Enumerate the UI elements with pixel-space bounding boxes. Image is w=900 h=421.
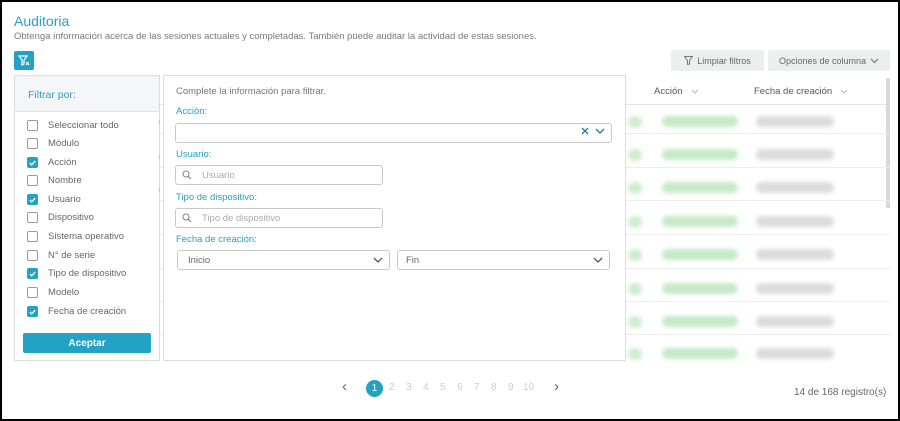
filter-option-accion[interactable]: Acción [27, 157, 77, 168]
fecha-inicio-select[interactable]: Inicio [177, 250, 390, 270]
filter-by-title: Filtrar por: [15, 76, 159, 112]
filter-option-label: Tipo de dispositivo [48, 268, 127, 279]
chevron-down-icon[interactable] [595, 128, 605, 134]
column-header-label: Acción [654, 86, 683, 97]
filter-option-sistema-operativo[interactable]: Sistema operativo [27, 231, 124, 242]
fecha-inicio-value: Inicio [188, 254, 211, 266]
filter-option-label: Fecha de creación [48, 306, 127, 317]
checkbox-checked[interactable] [27, 194, 38, 205]
sort-chevron-icon [840, 89, 848, 94]
filter-option-fecha-creacion[interactable]: Fecha de creación [27, 306, 126, 317]
filter-option-label: Módulo [48, 138, 80, 149]
column-header-label: Fecha de creación [754, 86, 833, 97]
checkbox[interactable] [27, 231, 38, 242]
filter-option-usuario[interactable]: Usuario [27, 194, 81, 205]
chevron-right-icon: › [158, 152, 161, 161]
column-options-button[interactable]: Opciones de columna [768, 50, 890, 71]
sort-chevron-icon [691, 89, 698, 94]
page-button[interactable]: 7 [474, 382, 480, 393]
checkbox[interactable] [27, 120, 38, 131]
checkbox[interactable] [27, 250, 38, 261]
column-options-label: Opciones de columna [778, 55, 867, 66]
page-button[interactable]: 6 [457, 382, 463, 393]
filter-form-panel: Complete la información para filtrar. Ac… [163, 75, 626, 361]
next-page-button[interactable]: › [554, 378, 559, 395]
usuario-search-input[interactable]: Usuario [175, 165, 383, 185]
table-scrollbar[interactable] [886, 78, 890, 208]
column-header-fecha[interactable]: Fecha de creación [754, 86, 848, 97]
records-count: 14 de 168 registro(s) [794, 387, 887, 398]
page-button[interactable]: 10 [523, 382, 534, 393]
page-title: Auditoria [14, 13, 70, 29]
checkbox[interactable] [27, 212, 38, 223]
fecha-creacion-label: Fecha de creación: [176, 234, 257, 245]
page-subtitle: Obtenga información acerca de las sesion… [14, 31, 537, 42]
filter-icon [18, 55, 30, 66]
checkmark-icon [29, 197, 36, 203]
accion-select[interactable] [175, 123, 612, 143]
filter-option-dispositivo[interactable]: Dispositivo [27, 212, 94, 223]
fecha-fin-value: Fin [406, 254, 420, 266]
clear-icon[interactable] [581, 127, 589, 135]
checkbox[interactable] [27, 138, 38, 149]
filter-option-label: Usuario [48, 194, 81, 205]
usuario-label: Usuario: [176, 149, 212, 160]
filter-option-numero-serie[interactable]: N° de serie [27, 250, 95, 261]
chevron-down-icon [593, 257, 603, 263]
search-icon [182, 213, 192, 223]
chevron-down-icon [373, 257, 383, 263]
filter-option-label: Nombre [48, 175, 82, 186]
clear-filters-button[interactable]: Limpiar filtros [671, 50, 764, 71]
checkbox-checked[interactable] [27, 306, 38, 317]
fecha-fin-select[interactable]: Fin [397, 250, 610, 270]
clear-filters-label: Limpiar filtros [697, 55, 751, 66]
checkmark-icon [29, 160, 36, 166]
filter-option-label: Sistema operativo [48, 231, 125, 242]
checkbox-checked[interactable] [27, 268, 38, 279]
tipo-dispositivo-label: Tipo de dispositivo: [176, 192, 257, 203]
checkmark-icon [29, 271, 36, 277]
form-intro: Complete la información para filtrar. [176, 86, 326, 97]
filter-option-label: Dispositivo [48, 212, 94, 223]
filter-option-nombre[interactable]: Nombre [27, 175, 82, 186]
page-button[interactable]: 9 [508, 382, 514, 393]
chevron-right-icon: › [158, 117, 161, 126]
page-button[interactable]: 5 [440, 382, 446, 393]
tipo-dispositivo-search-input[interactable]: Tipo de dispositivo [175, 208, 383, 228]
filter-by-panel: Filtrar por: Seleccionar todo Módulo Acc… [14, 75, 160, 361]
accion-label: Acción: [176, 106, 208, 117]
filter-option-label: Acción [48, 157, 77, 168]
checkbox[interactable] [27, 287, 38, 298]
search-icon [182, 170, 192, 180]
filter-option-modelo[interactable]: Modelo [27, 287, 79, 298]
page-button[interactable]: 3 [406, 382, 412, 393]
filter-icon [684, 56, 694, 65]
filter-option-modulo[interactable]: Módulo [27, 138, 79, 149]
accept-button[interactable]: Aceptar [23, 333, 151, 353]
filter-option-label: Seleccionar todo [48, 120, 119, 131]
usuario-placeholder: Usuario [202, 169, 235, 181]
page-button[interactable]: 4 [423, 382, 429, 393]
page-button[interactable]: 8 [491, 382, 497, 393]
checkbox-checked[interactable] [27, 157, 38, 168]
column-header-accion[interactable]: Acción [654, 86, 699, 97]
page-button-active[interactable]: 1 [366, 380, 383, 397]
checkmark-icon [29, 309, 36, 315]
chevron-down-icon [870, 58, 879, 63]
chevron-right-icon: › [158, 185, 161, 194]
page-button[interactable]: 2 [389, 382, 395, 393]
filter-option-select-all[interactable]: Seleccionar todo [27, 120, 119, 131]
checkbox[interactable] [27, 175, 38, 186]
prev-page-button[interactable]: ‹ [342, 378, 347, 395]
audit-page: Auditoria Obtenga información acerca de … [2, 2, 898, 419]
filter-option-label: Modelo [48, 287, 80, 298]
filter-option-label: N° de serie [48, 250, 96, 261]
filter-toggle-button[interactable] [14, 51, 34, 70]
tipo-dispositivo-placeholder: Tipo de dispositivo [202, 212, 281, 224]
filter-option-tipo-dispositivo[interactable]: Tipo de dispositivo [27, 268, 126, 279]
